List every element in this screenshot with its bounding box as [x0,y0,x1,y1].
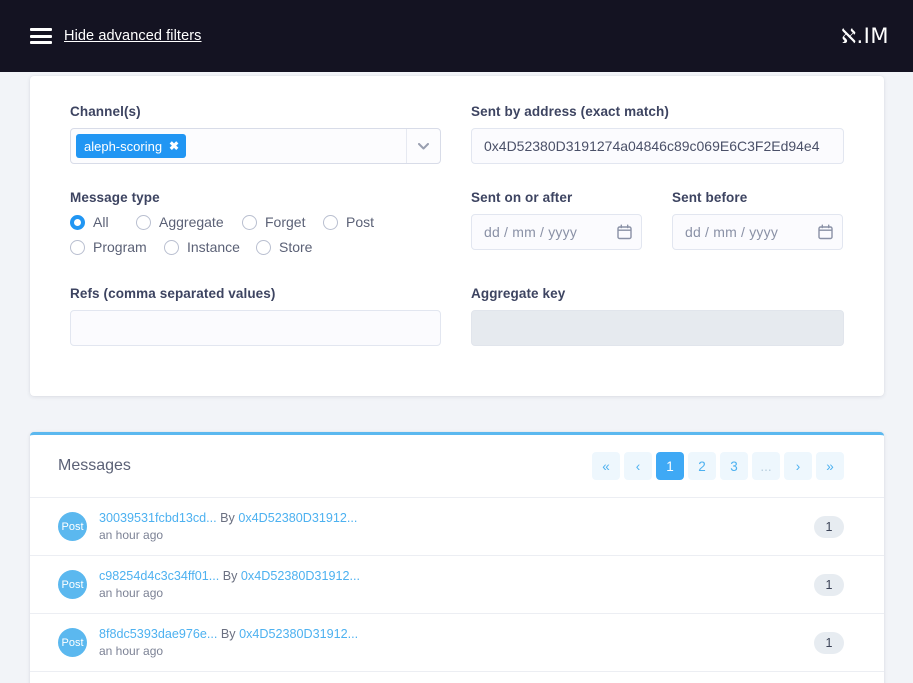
pagination-first[interactable]: « [592,452,620,480]
message-sender-link[interactable]: 0x4D52380D31912... [238,511,357,525]
sent-on-or-after-label: Sent on or after [471,190,642,205]
radio-forget-indicator [242,215,257,230]
message-sender-link[interactable]: 0x4D52380D31912... [239,627,358,641]
status-badge: 1 [814,516,844,538]
remove-channel-icon[interactable]: ✖ [169,139,179,153]
message-hash-link[interactable]: 8f8dc5393dae976e... [99,627,217,641]
pagination-next[interactable]: › [784,452,812,480]
refs-label: Refs (comma separated values) [70,286,441,301]
pagination-prev[interactable]: ‹ [624,452,652,480]
sent-before-label: Sent before [672,190,843,205]
top-header: Hide advanced filters ℵ.IM [0,0,913,72]
message-timestamp: an hour ago [99,528,357,542]
table-row[interactable]: Post c98254d4c3c34ff01... By 0x4D52380D3… [30,556,884,614]
message-summary: c98254d4c3c34ff01... By 0x4D52380D31912.… [99,569,360,583]
calendar-icon[interactable] [818,224,833,240]
radio-forget-label: Forget [265,214,305,230]
pagination-page-2[interactable]: 2 [688,452,716,480]
radio-all-indicator [70,215,85,230]
radio-program-label: Program [93,239,147,255]
channels-label: Channel(s) [70,104,441,119]
hide-advanced-filters-link[interactable]: Hide advanced filters [64,28,202,44]
hamburger-icon[interactable] [30,28,52,44]
message-type-label: Message type [70,190,441,205]
radio-store-indicator [256,240,271,255]
message-summary: 30039531fcbd13cd... By 0x4D52380D31912..… [99,511,357,525]
sent-by-address-group: Sent by address (exact match) [471,104,844,164]
brand-suffix: .IM [857,24,890,48]
radio-post-indicator [323,215,338,230]
message-timestamp: an hour ago [99,586,360,600]
radio-instance-label: Instance [187,239,240,255]
sent-before-group: Sent before dd / mm / yyyy [672,190,843,264]
message-sender-link[interactable]: 0x4D52380D31912... [241,569,360,583]
pagination-ellipsis: ... [752,452,780,480]
message-type-row-2: Program Instance Store [70,239,441,255]
pagination: « ‹ 1 2 3 ... › » [592,452,844,480]
radio-program-indicator [70,240,85,255]
channels-select[interactable]: aleph-scoring ✖ [70,128,441,164]
date-range-group: Sent on or after dd / mm / yyyy Sent bef… [471,190,844,264]
message-hash-link[interactable]: 30039531fcbd13cd... [99,511,217,525]
messages-list: Post 30039531fcbd13cd... By 0x4D52380D31… [30,497,884,672]
avatar: Post [58,512,87,541]
avatar: Post [58,570,87,599]
by-label: By [220,511,235,525]
pagination-page-1[interactable]: 1 [656,452,684,480]
message-type-group: Message type All Aggregate F [70,190,441,264]
message-hash-link[interactable]: c98254d4c3c34ff01... [99,569,219,583]
refs-input[interactable] [70,310,441,346]
refs-group: Refs (comma separated values) [70,286,441,346]
radio-all-label: All [93,214,109,230]
radio-aggregate-indicator [136,215,151,230]
messages-panel: Messages « ‹ 1 2 3 ... › » Post 30039531… [30,432,884,683]
sent-on-or-after-group: Sent on or after dd / mm / yyyy [471,190,642,264]
table-row[interactable]: Post 8f8dc5393dae976e... By 0x4D52380D31… [30,614,884,672]
app-root: Hide advanced filters ℵ.IM Channel(s) al… [0,0,913,683]
radio-post[interactable]: Post [323,214,374,230]
aggregate-key-label: Aggregate key [471,286,844,301]
advanced-filters-panel: Channel(s) aleph-scoring ✖ Sent by addre… [30,76,884,396]
brand-aleph-glyph: ℵ [841,24,856,48]
sent-by-address-input[interactable] [471,128,844,164]
status-badge: 1 [814,632,844,654]
radio-instance-indicator [164,240,179,255]
aggregate-key-input [471,310,844,346]
pagination-page-3[interactable]: 3 [720,452,748,480]
radio-forget[interactable]: Forget [242,214,323,230]
channel-tag-label: aleph-scoring [84,139,162,154]
radio-program[interactable]: Program [70,239,164,255]
channels-group: Channel(s) aleph-scoring ✖ [70,104,441,164]
message-type-row-1: All Aggregate Forget Post [70,214,441,230]
chevron-down-icon[interactable] [406,129,440,163]
radio-post-label: Post [346,214,374,230]
table-row[interactable]: Post 30039531fcbd13cd... By 0x4D52380D31… [30,498,884,556]
by-label: By [221,627,236,641]
pagination-last[interactable]: » [816,452,844,480]
avatar: Post [58,628,87,657]
radio-instance[interactable]: Instance [164,239,256,255]
radio-all[interactable]: All [70,214,136,230]
radio-store[interactable]: Store [256,239,312,255]
radio-store-label: Store [279,239,312,255]
brand-logo: ℵ.IM [841,24,889,48]
message-summary: 8f8dc5393dae976e... By 0x4D52380D31912..… [99,627,358,641]
messages-header: Messages « ‹ 1 2 3 ... › » [30,435,884,497]
radio-aggregate-label: Aggregate [159,214,224,230]
by-label: By [223,569,238,583]
status-badge: 1 [814,574,844,596]
messages-title: Messages [58,457,131,475]
calendar-icon[interactable] [617,224,632,240]
channel-tag[interactable]: aleph-scoring ✖ [76,134,186,158]
sent-by-address-label: Sent by address (exact match) [471,104,844,119]
aggregate-key-group: Aggregate key [471,286,844,346]
message-timestamp: an hour ago [99,644,358,658]
radio-aggregate[interactable]: Aggregate [136,214,242,230]
